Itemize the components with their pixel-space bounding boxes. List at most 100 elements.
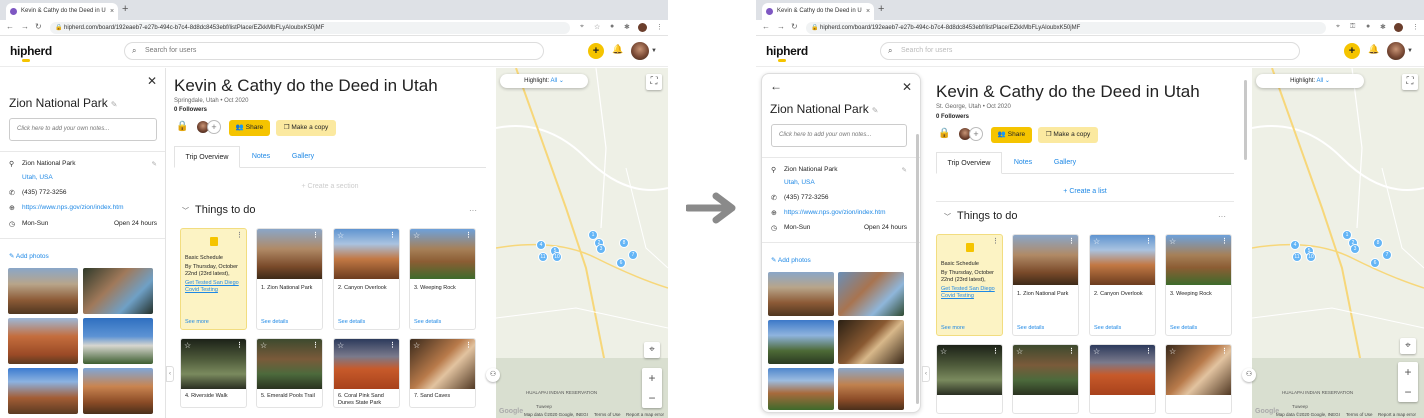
gallery-photo[interactable] xyxy=(83,318,153,364)
kebab-menu-icon[interactable]: ⋮ xyxy=(236,231,243,239)
url-field[interactable]: 🔒 hipherd.com/board/192eaeb7-e27b-494c-b… xyxy=(50,22,570,34)
browser-tab[interactable]: Kevin & Cathy do the Deed in U × xyxy=(6,3,118,20)
back-arrow-icon[interactable]: ← xyxy=(770,79,782,93)
profile-avatar-icon[interactable] xyxy=(638,23,647,32)
star-icon[interactable]: ☆ xyxy=(1169,237,1176,246)
map-pin[interactable]: 10 xyxy=(552,252,562,262)
forward-arrow-icon[interactable]: → xyxy=(777,22,785,31)
menu-kebab-icon[interactable]: ⋮ xyxy=(656,23,663,31)
see-details-link[interactable]: See details xyxy=(338,319,365,325)
tab-notes[interactable]: Notes xyxy=(246,146,276,168)
terms-link[interactable]: Terms of Use xyxy=(594,412,621,417)
share-button[interactable]: 👥 Share xyxy=(991,127,1032,143)
place-card[interactable]: ☆ ⋮ 6. Coral Pink Sand Dunes State Park xyxy=(333,338,400,408)
place-card[interactable]: ☆ ⋮ xyxy=(1165,344,1232,414)
section-header[interactable]: ﹀ Things to do xyxy=(944,210,1018,222)
map-pin[interactable]: 3 xyxy=(1350,244,1360,254)
key-icon[interactable]: ⚿ xyxy=(1350,23,1355,31)
new-tab-button[interactable]: + xyxy=(122,3,128,15)
collaborators[interactable]: + xyxy=(196,120,222,136)
place-card[interactable]: ☆ ⋮ 2. Canyon Overlook See details xyxy=(1089,234,1156,336)
pegman-icon[interactable]: ⚇ xyxy=(1242,368,1256,382)
puzzle-extension-icon[interactable]: ✱ xyxy=(624,23,630,31)
map-pin[interactable]: 8 xyxy=(619,238,629,248)
map-pin[interactable]: 6 xyxy=(1370,258,1380,268)
place-card[interactable]: ⋮ 1. Zion National Park See details xyxy=(256,228,323,330)
star-icon[interactable]: ☆ xyxy=(1169,347,1176,356)
location-icon[interactable]: ⌖ xyxy=(1336,23,1340,31)
followers-count[interactable]: 0 Followers xyxy=(174,107,207,113)
panel-scrollbar[interactable] xyxy=(916,134,919,404)
map-pin[interactable]: 4 xyxy=(536,240,546,250)
star-icon[interactable]: ☆ xyxy=(1093,347,1100,356)
user-avatar[interactable] xyxy=(1387,42,1405,60)
zoom-in-button[interactable]: + xyxy=(1398,362,1418,382)
url-field[interactable]: 🔒 hipherd.com/board/192eaeb7-e27b-494c-b… xyxy=(806,22,1326,34)
place-region[interactable]: Utah, USA xyxy=(22,174,53,181)
star-icon[interactable]: ☆ xyxy=(413,341,420,350)
star-icon[interactable]: ☆ xyxy=(337,231,344,240)
kebab-menu-icon[interactable]: ⋮ xyxy=(1221,347,1228,355)
bell-icon[interactable]: 🔔 xyxy=(612,44,623,56)
reload-icon[interactable]: ↻ xyxy=(35,22,42,31)
kebab-menu-icon[interactable]: ⋮ xyxy=(465,341,472,349)
notes-input[interactable]: Click here to add your own notes... xyxy=(771,124,907,147)
kebab-menu-icon[interactable]: ⋮ xyxy=(992,347,999,355)
zoom-out-button[interactable]: − xyxy=(642,388,662,408)
back-arrow-icon[interactable]: ← xyxy=(6,22,14,31)
see-details-link[interactable]: See details xyxy=(1094,325,1121,331)
kebab-menu-icon[interactable]: ⋮ xyxy=(312,231,319,239)
see-details-link[interactable]: See details xyxy=(1170,325,1197,331)
user-avatar[interactable] xyxy=(631,42,649,60)
chevron-down-icon[interactable]: ▼ xyxy=(651,48,657,54)
phone-number[interactable]: (435) 772-3256 xyxy=(784,194,828,201)
main-scrollbar[interactable] xyxy=(1244,80,1247,160)
place-card[interactable]: ☆ ⋮ 3. Weeping Rock See details xyxy=(1165,234,1232,336)
add-photos-link[interactable]: ✎ Add photos xyxy=(9,252,49,260)
location-icon[interactable]: ⌖ xyxy=(580,23,584,31)
zoom-out-button[interactable]: − xyxy=(1398,382,1418,402)
gallery-photo[interactable] xyxy=(83,368,153,414)
gallery-photo[interactable] xyxy=(838,368,904,410)
chevron-down-icon[interactable]: ▼ xyxy=(1407,48,1413,54)
add-collaborator-icon[interactable]: + xyxy=(969,127,983,141)
gallery-photo[interactable] xyxy=(8,268,78,314)
place-card[interactable]: ☆ ⋮ 3. Weeping Rock See details xyxy=(409,228,476,330)
star-icon[interactable]: ☆ xyxy=(1016,347,1023,356)
map-pin[interactable]: 4 xyxy=(1290,240,1300,250)
highlight-filter[interactable]: Highlight: All ⌄ xyxy=(500,74,588,88)
place-card[interactable]: ☆ ⋮ xyxy=(936,344,1003,414)
tab-close-icon[interactable]: × xyxy=(866,3,870,20)
extension-icon[interactable]: ● xyxy=(610,23,614,30)
map-view[interactable]: Highlight: All ⌄ ⛶ 1 2 3 4 5 6 7 8 10 11… xyxy=(496,68,668,418)
place-card[interactable]: ☆ ⋮ xyxy=(1089,344,1156,414)
kebab-menu-icon[interactable]: ⋮ xyxy=(389,231,396,239)
star-icon[interactable]: ☆ xyxy=(940,347,947,356)
star-icon[interactable]: ☆ xyxy=(184,341,191,350)
website-link[interactable]: https://www.nps.gov/zion/index.htm xyxy=(22,204,124,211)
tab-gallery[interactable]: Gallery xyxy=(1048,152,1082,174)
close-icon[interactable]: ✕ xyxy=(147,74,157,88)
kebab-menu-icon[interactable]: ⋮ xyxy=(992,237,999,245)
star-icon[interactable]: ☆ xyxy=(337,341,344,350)
extension-icon[interactable]: ● xyxy=(1366,23,1370,30)
highlight-filter[interactable]: Highlight: All ⌄ xyxy=(1256,74,1364,88)
place-card[interactable]: ☆ ⋮ xyxy=(1012,344,1079,414)
place-card[interactable]: ☆ ⋮ 4. Riverside Walk xyxy=(180,338,247,408)
pencil-icon[interactable]: ✎ xyxy=(111,100,118,109)
more-options-icon[interactable]: ··· xyxy=(469,206,477,215)
star-icon[interactable]: ☆ xyxy=(260,341,267,350)
kebab-menu-icon[interactable]: ⋮ xyxy=(1068,237,1075,245)
new-tab-button[interactable]: + xyxy=(878,3,884,15)
chevron-down-icon[interactable]: ﹀ xyxy=(182,208,189,215)
bell-icon[interactable]: 🔔 xyxy=(1368,44,1379,56)
map-pin[interactable]: 3 xyxy=(596,244,606,254)
user-search-input[interactable]: ⌕ Search for users xyxy=(880,42,1300,60)
pencil-icon[interactable]: ✎ xyxy=(872,106,879,115)
see-details-link[interactable]: See details xyxy=(414,319,441,325)
zoom-in-button[interactable]: + xyxy=(642,368,662,388)
report-link[interactable]: Report a map error xyxy=(626,412,664,417)
website-link[interactable]: https://www.nps.gov/zion/index.htm xyxy=(784,209,886,216)
tab-trip-overview[interactable]: Trip Overview xyxy=(936,152,1002,174)
gallery-photo[interactable] xyxy=(768,368,834,410)
